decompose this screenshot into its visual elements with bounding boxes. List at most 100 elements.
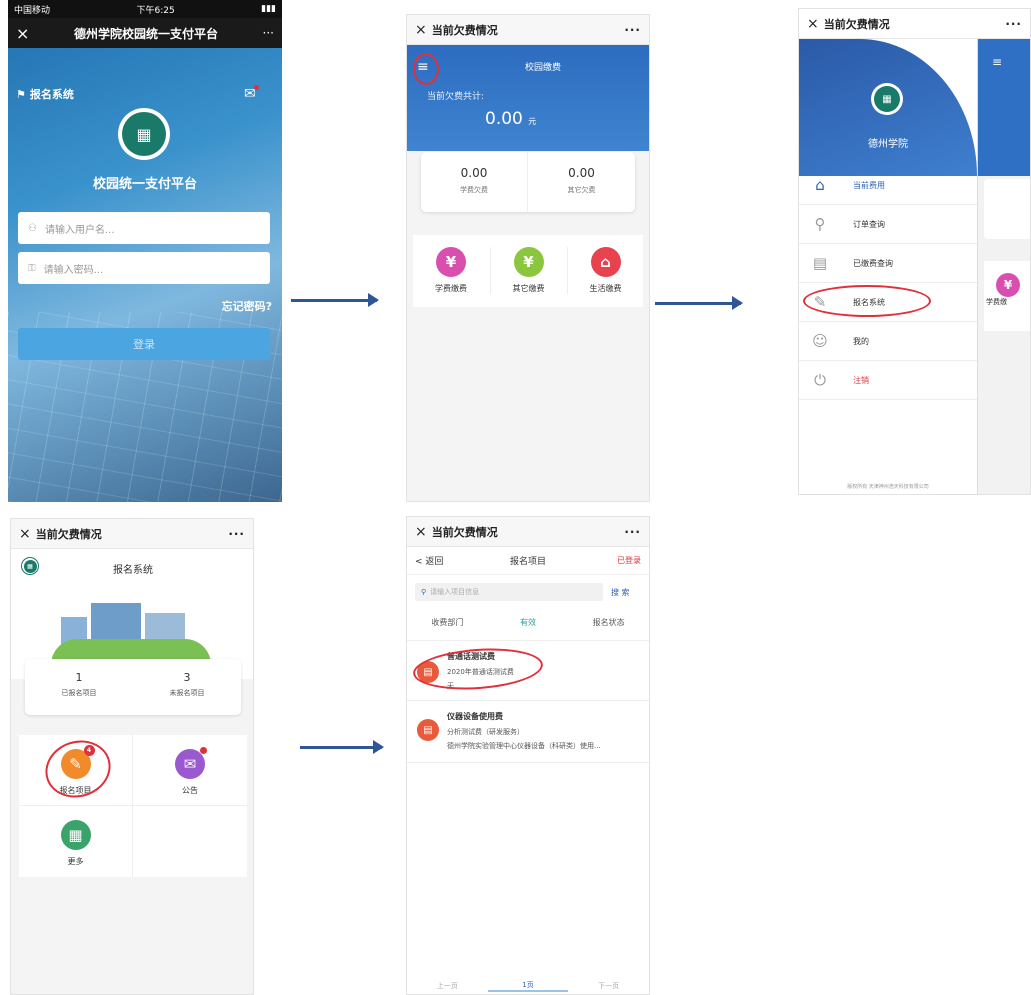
mail-icon[interactable]: ✉ [244, 85, 259, 102]
home-icon: ⌂ [815, 176, 825, 194]
filter-valid[interactable]: 有效 [488, 617, 569, 640]
registered-projects[interactable]: 1 已报名项目 [25, 659, 133, 715]
user-icon: ☺ [812, 332, 828, 350]
menu-item-profile[interactable]: ☺ 我的 [799, 322, 977, 361]
window-title: 当前欠费情况 [823, 17, 890, 31]
login-button[interactable]: 登录 [18, 328, 270, 360]
main-page-peek: ≡ ¥ 学费缴 [977, 39, 1030, 494]
close-icon[interactable]: × [16, 24, 29, 43]
lock-icon: ⚿ [28, 262, 36, 274]
filter-bar: 收费部门 有效 报名状态 [407, 617, 649, 641]
arrears-card: 0.00 学费欠费 0.00 其它欠费 [421, 152, 635, 212]
grid-icon: ▦ [60, 820, 91, 850]
window-title: 当前欠费情况 [35, 527, 102, 541]
highlight-circle [413, 53, 439, 85]
flag-icon: ⚑ [16, 87, 26, 101]
search-input[interactable]: ⚲ 请输入项目信息 [415, 583, 603, 601]
more-tile[interactable]: ▦ 更多 [19, 806, 133, 877]
shop-icon: ⌂ [590, 247, 621, 277]
other-payment-tile[interactable]: ¥ 其它缴费 [490, 247, 566, 294]
window-title: 当前欠费情况 [431, 525, 498, 539]
page-title: 报名项目 [509, 557, 546, 567]
prev-page-button[interactable]: 上一页 [407, 981, 488, 991]
document-icon: ▤ [417, 719, 439, 741]
yen-icon: ¥ [996, 273, 1020, 297]
tuition-payment-tile[interactable]: ¥ 学费缴费 [413, 247, 489, 294]
balance-header: ≡ 校园缴费 当前欠费共计: 0.00 元 [407, 45, 649, 151]
drawer-header: ▦ 德州学院 [799, 39, 977, 176]
school-logo: ▦ [118, 108, 170, 160]
list-item[interactable]: ▤ 仪器设备使用费 分析测试费（研发服务） 德州学院实验管理中心仪器设备（科研类… [407, 701, 649, 763]
campus-illustration [51, 589, 211, 665]
power-icon: ⏻ [814, 371, 826, 389]
menu-item-logout[interactable]: ⏻ 注销 [799, 361, 977, 400]
login-status: 已登录 [617, 556, 641, 565]
filter-status[interactable]: 报名状态 [568, 617, 649, 640]
window-title: 当前欠费情况 [431, 23, 498, 37]
highlight-circle [803, 285, 931, 317]
announcements-tile[interactable]: ✉ 公告 [133, 735, 247, 806]
wechat-nav-bar: × 德州学院校园统一支付平台 ··· [8, 18, 282, 48]
menu-item-order-query[interactable]: ⚲ 订单查询 [799, 205, 977, 244]
close-icon[interactable]: × [415, 22, 427, 38]
more-icon[interactable]: ··· [1005, 17, 1022, 31]
user-icon: ⚇ [28, 222, 37, 234]
flow-arrow-1 [291, 293, 379, 307]
status-bar: 中国移动 下午6:25 ▮▮▮ [8, 0, 282, 18]
payment-home-screen: × 当前欠费情况 ··· ≡ 校园缴费 当前欠费共计: 0.00 元 0.00 … [406, 14, 650, 502]
registration-projects-screen: × 当前欠费情况 ··· < 返回 报名项目 已登录 ⚲ 请输入项目信息 搜 索… [406, 516, 650, 995]
tuition-arrears[interactable]: 0.00 学费欠费 [421, 152, 528, 212]
menu-icon: ≡ [992, 55, 1003, 69]
more-icon[interactable]: ··· [228, 527, 245, 541]
notice-icon: ✉ [175, 747, 207, 779]
menu-item-paid-query[interactable]: ▤ 已缴费查询 [799, 244, 977, 283]
registration-system-screen: × 当前欠费情况 ··· ▦ 报名系统 1 已报名项目 3 未报名项目 ✎ 4 [10, 518, 254, 995]
flow-arrow-3 [300, 740, 384, 754]
living-payment-tile[interactable]: ⌂ 生活缴费 [567, 247, 643, 294]
service-grid: ¥ 学费缴费 ¥ 其它缴费 ⌂ 生活缴费 [413, 235, 643, 307]
header-title: 校园缴费 [524, 63, 561, 73]
nav-title: 德州学院校园统一支付平台 [73, 26, 218, 41]
copyright-footer: 版权所有 天津神州浩天科技有限公司 [847, 484, 929, 490]
current-page: 1页 [487, 980, 569, 992]
search-button[interactable]: 搜 索 [611, 587, 630, 598]
yen-icon: ¥ [513, 247, 544, 277]
pagination: 上一页 1页 下一页 [407, 977, 649, 994]
back-button[interactable]: < 返回 [415, 554, 475, 567]
header-title: 报名系统 [113, 565, 153, 576]
password-field[interactable]: ⚿ 请输入密码... [18, 252, 270, 284]
page-header: < 返回 报名项目 已登录 [407, 547, 649, 575]
section-label[interactable]: ⚑ 报名系统 [16, 86, 74, 102]
unregistered-projects[interactable]: 3 未报名项目 [133, 659, 241, 715]
more-icon[interactable]: ··· [263, 26, 274, 40]
close-icon[interactable]: × [415, 524, 427, 540]
next-page-button[interactable]: 下一页 [568, 981, 649, 991]
other-arrears[interactable]: 0.00 其它欠费 [528, 152, 635, 212]
project-stats-card: 1 已报名项目 3 未报名项目 [25, 659, 241, 715]
flow-arrow-2 [655, 296, 743, 310]
clock-label: 下午6:25 [136, 5, 175, 16]
document-icon: ▤ [812, 254, 828, 272]
school-name: 德州学院 [868, 139, 908, 150]
more-icon[interactable]: ··· [624, 525, 641, 539]
search-icon: ⚲ [421, 588, 427, 596]
filter-department[interactable]: 收费部门 [407, 617, 488, 640]
yen-icon: ¥ [436, 247, 466, 277]
carrier-label: 中国移动 [14, 5, 51, 16]
search-icon: ⚲ [814, 215, 826, 233]
side-menu-screen: × 当前欠费情况 ··· ▦ 德州学院 ≡ ¥ 学费缴 ⌂ 当前费用 ⚲ 订单查… [798, 8, 1031, 495]
window-title-bar: × 当前欠费情况 ··· [407, 517, 649, 547]
username-field[interactable]: ⚇ 请输入用户名... [18, 212, 270, 244]
school-logo: ▦ [871, 83, 903, 115]
forgot-password-link[interactable]: 忘记密码? [222, 298, 272, 314]
total-label: 当前欠费共计: [427, 92, 485, 102]
close-icon[interactable]: × [19, 526, 31, 542]
window-title-bar: × 当前欠费情况 ··· [799, 9, 1030, 39]
login-screen: 中国移动 下午6:25 ▮▮▮ × 德州学院校园统一支付平台 ··· ⚑ 报名系… [8, 0, 282, 502]
window-title-bar: × 当前欠费情况 ··· [11, 519, 253, 549]
menu-item-current-fees[interactable]: ⌂ 当前费用 [799, 166, 977, 205]
total-amount: 0.00 元 [485, 109, 537, 129]
more-icon[interactable]: ··· [624, 23, 641, 37]
battery-icon: ▮▮▮ [261, 4, 276, 14]
close-icon[interactable]: × [807, 16, 819, 32]
